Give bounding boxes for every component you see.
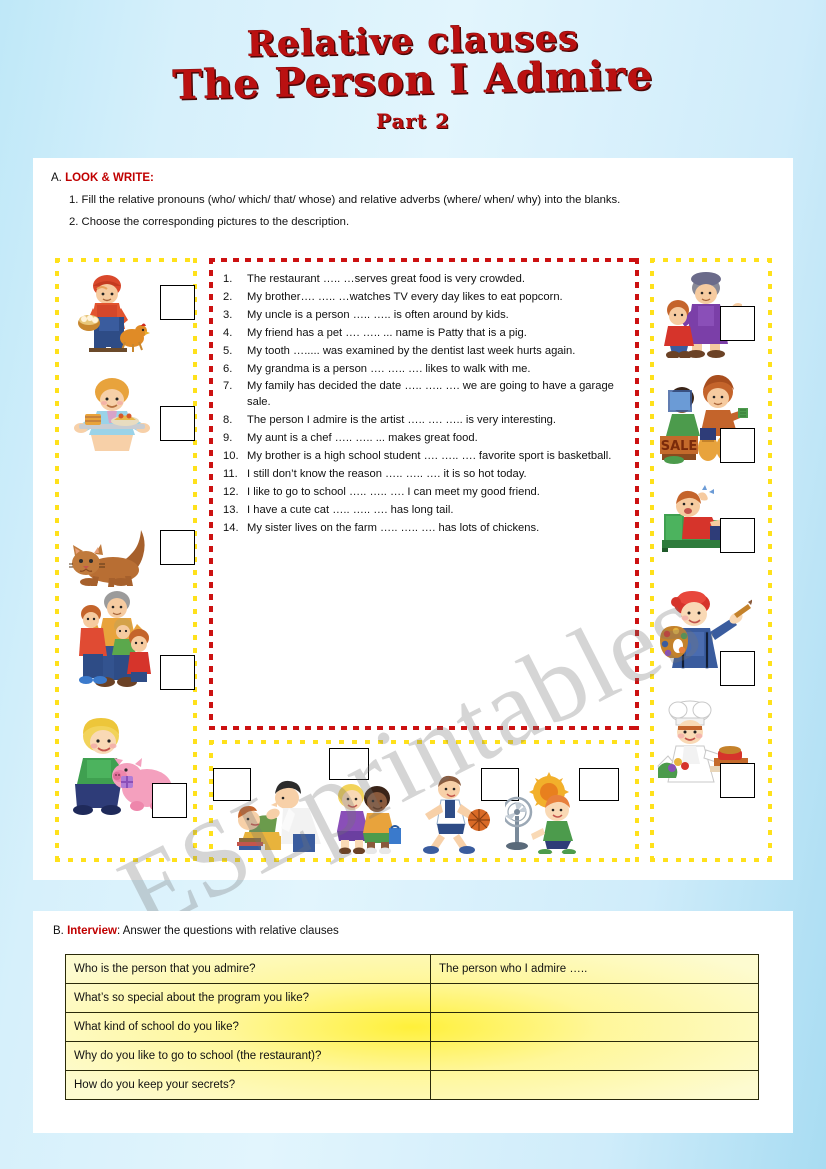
section-b-panel: B. Interview: Answer the questions with … (33, 911, 793, 1133)
interview-table: Who is the person that you admire? The p… (65, 954, 759, 1100)
sentence-item: 4. My friend has a pet …. ….. ... name is… (223, 326, 631, 342)
center-column: 1. The restaurant ….. …serves great food … (209, 258, 639, 862)
section-b-instruction: : Answer the questions with relative cla… (116, 925, 339, 937)
answer-box-right-1[interactable] (720, 306, 755, 341)
waitress-with-food-tray-image (74, 378, 150, 451)
sentence-text: My tooth …..... was examined by the dent… (247, 344, 576, 357)
answer-box-left-2[interactable] (160, 406, 195, 441)
uncle-with-children-image (79, 591, 151, 687)
section-a-heading-text: LOOK & WRITE: (65, 172, 154, 184)
interview-question: Who is the person that you admire? (65, 954, 431, 984)
two-school-friends-image (337, 784, 401, 854)
interview-answer-field[interactable] (430, 1012, 759, 1042)
table-row: How do you keep your secrets? (65, 1070, 759, 1100)
worksheet-title: Relative clauses The Person I Admire Par… (0, 18, 826, 133)
answer-box-bottom-1[interactable] (213, 768, 251, 801)
sentence-number: 8. (223, 414, 233, 427)
sentence-item: 14. My sister lives on the farm ….. ….. …… (223, 521, 631, 537)
sentence-number: 4. (223, 326, 233, 339)
instruction-line-1: 1. Fill the relative pronouns (who/ whic… (69, 194, 621, 206)
answer-box-right-2[interactable] (720, 428, 755, 463)
section-b-heading-text: Interview (67, 925, 117, 937)
sentence-text: My family has decided the date ….. ….. …… (247, 380, 614, 409)
girl-with-electric-fan-hot-day-image (505, 772, 576, 854)
sentence-item: 5. My tooth …..... was examined by the de… (223, 344, 631, 360)
answer-box-left-1[interactable] (160, 285, 195, 320)
sentence-item: 3. My uncle is a person ….. ….. is often … (223, 308, 631, 324)
sentence-item: 7. My family has decided the date ….. …..… (223, 379, 631, 411)
interview-answer-field[interactable] (430, 983, 759, 1013)
sentence-item: 11. I still don’t know the reason ….. …..… (223, 467, 631, 483)
section-a-letter: A. (51, 172, 62, 184)
section-a-panel: A. LOOK & WRITE: 1. Fill the relative pr… (33, 158, 793, 955)
interview-question: Why do you like to go to school (the res… (65, 1041, 431, 1071)
answer-box-right-4[interactable] (720, 651, 755, 686)
sentence-number: 3. (223, 308, 233, 321)
sentence-item: 10. My brother is a high school student …… (223, 449, 631, 465)
answer-box-left-5[interactable] (152, 783, 187, 818)
sentence-number: 9. (223, 432, 233, 445)
sentence-text: My uncle is a person ….. ….. is often ar… (247, 308, 509, 321)
worksheet-page: Relative clauses The Person I Admire Par… (0, 0, 826, 1169)
interview-question: What’s so special about the program you … (65, 983, 431, 1013)
section-a-heading: A. LOOK & WRITE: (51, 172, 779, 184)
table-row: Who is the person that you admire? The p… (65, 954, 759, 984)
sentence-item: 1. The restaurant ….. …serves great food … (223, 272, 631, 288)
farmer-with-eggs-and-chicken-image (78, 275, 150, 352)
sentence-text: My brother is a high school student …. …… (247, 450, 612, 463)
sentence-text: I have a cute cat ….. ….. …. has long ta… (247, 503, 454, 516)
interview-answer-field[interactable]: The person who I admire ….. (430, 954, 759, 984)
section-a-instructions: A. LOOK & WRITE: 1. Fill the relative pr… (51, 172, 779, 228)
sentence-item: 13. I have a cute cat ….. ….. …. has long… (223, 503, 631, 519)
sentence-list-panel: 1. The restaurant ….. …serves great food … (209, 258, 639, 730)
sentence-number: 5. (223, 344, 233, 357)
bottom-picture-row (209, 740, 639, 862)
sentence-text: My grandma is a person …. ….. …. likes t… (247, 362, 531, 375)
answer-box-bottom-2[interactable] (329, 748, 369, 780)
answer-box-left-3[interactable] (160, 530, 195, 565)
title-part-label: Part 2 (375, 109, 451, 133)
answer-box-left-4[interactable] (160, 655, 195, 690)
sentence-number: 12. (223, 485, 239, 498)
sentence-list: 1. The restaurant ….. …serves great food … (223, 272, 631, 539)
instruction-line-2: 2. Choose the corresponding pictures to … (69, 216, 350, 228)
sentence-number: 14. (223, 521, 239, 534)
brown-cat-image (69, 530, 145, 587)
sentence-number: 1. (223, 273, 233, 285)
right-picture-column: SALE (650, 258, 772, 862)
sentence-item: 6. My grandma is a person …. ….. …. likes… (223, 362, 631, 378)
sentence-text: The restaurant ….. …serves great food is… (247, 273, 525, 285)
sentence-number: 13. (223, 503, 239, 516)
table-row: What’s so special about the program you … (65, 983, 759, 1013)
sentence-text: The person I admire is the artist ….. ….… (247, 414, 557, 427)
sentence-text: My brother…. ….. …watches TV every day l… (247, 290, 563, 303)
sentence-item: 12. I like to go to school ….. ….. …. I c… (223, 485, 631, 501)
sentence-text: My friend has a pet …. ….. ... name is P… (247, 326, 527, 339)
interview-question: What kind of school do you like? (65, 1012, 431, 1042)
table-row: What kind of school do you like? (65, 1012, 759, 1042)
section-b-heading: B. Interview: Answer the questions with … (53, 925, 339, 937)
sentence-text: I like to go to school ….. ….. …. I can … (247, 485, 540, 498)
left-picture-column (55, 258, 197, 862)
svg-text:SALE: SALE (661, 439, 698, 454)
answer-box-right-3[interactable] (720, 518, 755, 553)
interview-answer-field[interactable] (430, 1070, 759, 1100)
interview-question: How do you keep your secrets? (65, 1070, 431, 1100)
sentence-text: My aunt is a chef ….. ….. ... makes grea… (247, 432, 478, 445)
sentence-number: 7. (223, 380, 233, 393)
answer-box-right-5[interactable] (720, 763, 755, 798)
sentence-item: 8. The person I admire is the artist ….. … (223, 413, 631, 429)
sentence-number: 2. (223, 290, 233, 303)
table-row: Why do you like to go to school (the res… (65, 1041, 759, 1071)
section-b-letter: B. (53, 925, 64, 937)
sentence-number: 10. (223, 450, 239, 463)
interview-answer-field[interactable] (430, 1041, 759, 1071)
sentence-text: I still don’t know the reason ….. ….. ….… (247, 467, 527, 480)
sentence-number: 11. (223, 467, 238, 480)
sentence-item: 9. My aunt is a chef ….. ….. ... makes gr… (223, 431, 631, 447)
answer-box-bottom-4[interactable] (579, 768, 619, 801)
sentence-item: 2. My brother…. ….. …watches TV every day… (223, 290, 631, 306)
sentence-text: My sister lives on the farm ….. ….. …. h… (247, 521, 540, 534)
sentence-number: 6. (223, 362, 233, 375)
